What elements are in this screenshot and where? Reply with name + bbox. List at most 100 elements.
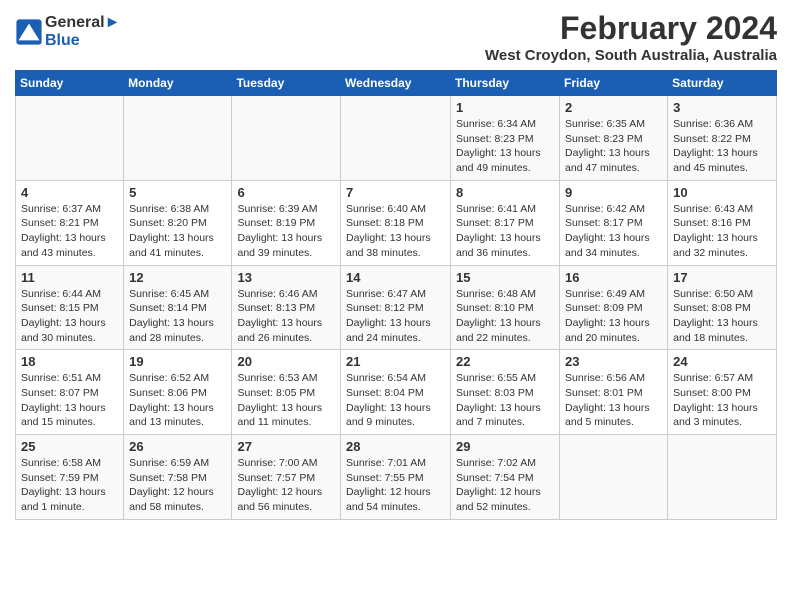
day-number: 2 bbox=[565, 100, 662, 115]
weekday-header-tuesday: Tuesday bbox=[232, 71, 341, 96]
day-info: Sunrise: 6:51 AM Sunset: 8:07 PM Dayligh… bbox=[21, 371, 118, 430]
day-number: 18 bbox=[21, 354, 118, 369]
day-info: Sunrise: 6:50 AM Sunset: 8:08 PM Dayligh… bbox=[673, 287, 771, 346]
day-info: Sunrise: 6:46 AM Sunset: 8:13 PM Dayligh… bbox=[237, 287, 335, 346]
day-number: 27 bbox=[237, 439, 335, 454]
calendar-cell: 22Sunrise: 6:55 AM Sunset: 8:03 PM Dayli… bbox=[451, 350, 560, 435]
calendar-cell: 21 Sunrise: 6:54 AM Sunset: 8:04 PM Dayli… bbox=[341, 350, 451, 435]
day-number: 17 bbox=[673, 270, 771, 285]
day-info: Sunrise: 6:41 AM Sunset: 8:17 PM Dayligh… bbox=[456, 202, 554, 261]
day-info: Sunrise: 6:48 AM Sunset: 8:10 PM Dayligh… bbox=[456, 287, 554, 346]
calendar-cell: 27 Sunrise: 7:00 AM Sunset: 7:57 PM Dayli… bbox=[232, 435, 341, 520]
day-info: Sunrise: 7:02 AM Sunset: 7:54 PM Dayligh… bbox=[456, 456, 554, 515]
day-number: 8 bbox=[456, 185, 554, 200]
calendar-cell: 4 Sunrise: 6:37 AM Sunset: 8:21 PM Daylig… bbox=[16, 180, 124, 265]
day-number: 1 bbox=[456, 100, 554, 115]
day-info: Sunrise: 6:49 AM Sunset: 8:09 PM Dayligh… bbox=[565, 287, 662, 346]
day-info: Sunrise: 6:38 AM Sunset: 8:20 PM Dayligh… bbox=[129, 202, 226, 261]
logo: General► Blue bbox=[15, 10, 120, 49]
calendar-cell: 11 Sunrise: 6:44 AM Sunset: 8:15 PM Dayli… bbox=[16, 265, 124, 350]
calendar-cell: 5 Sunrise: 6:38 AM Sunset: 8:20 PM Daylig… bbox=[124, 180, 232, 265]
day-number: 10 bbox=[673, 185, 771, 200]
day-info: Sunrise: 6:52 AM Sunset: 8:06 PM Dayligh… bbox=[129, 371, 226, 430]
calendar-cell: 17 Sunrise: 6:50 AM Sunset: 8:08 PM Dayli… bbox=[668, 265, 777, 350]
day-info: Sunrise: 6:36 AM Sunset: 8:22 PM Dayligh… bbox=[673, 117, 771, 176]
day-info: Sunrise: 7:01 AM Sunset: 7:55 PM Dayligh… bbox=[346, 456, 445, 515]
day-info: Sunrise: 6:47 AM Sunset: 8:12 PM Dayligh… bbox=[346, 287, 445, 346]
day-number: 29 bbox=[456, 439, 554, 454]
day-number: 20 bbox=[237, 354, 335, 369]
logo-text: General► Blue bbox=[45, 14, 120, 49]
weekday-header-monday: Monday bbox=[124, 71, 232, 96]
day-number: 24 bbox=[673, 354, 771, 369]
day-info: Sunrise: 6:44 AM Sunset: 8:15 PM Dayligh… bbox=[21, 287, 118, 346]
calendar-cell: 10 Sunrise: 6:43 AM Sunset: 8:16 PM Dayli… bbox=[668, 180, 777, 265]
calendar-table: SundayMondayTuesdayWednesdayThursdayFrid… bbox=[15, 70, 777, 520]
day-number: 28 bbox=[346, 439, 445, 454]
day-number: 21 bbox=[346, 354, 445, 369]
calendar-cell: 7 Sunrise: 6:40 AM Sunset: 8:18 PM Daylig… bbox=[341, 180, 451, 265]
day-info: Sunrise: 6:43 AM Sunset: 8:16 PM Dayligh… bbox=[673, 202, 771, 261]
day-info: Sunrise: 6:59 AM Sunset: 7:58 PM Dayligh… bbox=[129, 456, 226, 515]
day-number: 9 bbox=[565, 185, 662, 200]
header: General► Blue February 2024 West Croydon… bbox=[15, 10, 777, 64]
day-number: 14 bbox=[346, 270, 445, 285]
day-number: 15 bbox=[456, 270, 554, 285]
calendar-week-3: 11 Sunrise: 6:44 AM Sunset: 8:15 PM Dayli… bbox=[16, 265, 777, 350]
weekday-header-friday: Friday bbox=[560, 71, 668, 96]
day-number: 4 bbox=[21, 185, 118, 200]
day-number: 19 bbox=[129, 354, 226, 369]
calendar-cell: 18 Sunrise: 6:51 AM Sunset: 8:07 PM Dayli… bbox=[16, 350, 124, 435]
weekday-header-wednesday: Wednesday bbox=[341, 71, 451, 96]
weekday-header-saturday: Saturday bbox=[668, 71, 777, 96]
day-number: 3 bbox=[673, 100, 771, 115]
day-info: Sunrise: 6:45 AM Sunset: 8:14 PM Dayligh… bbox=[129, 287, 226, 346]
calendar-cell: 20 Sunrise: 6:53 AM Sunset: 8:05 PM Dayli… bbox=[232, 350, 341, 435]
calendar-header: SundayMondayTuesdayWednesdayThursdayFrid… bbox=[16, 71, 777, 96]
calendar-cell: 3 Sunrise: 6:36 AM Sunset: 8:22 PM Daylig… bbox=[668, 96, 777, 181]
day-info: Sunrise: 6:55 AM Sunset: 8:03 PM Dayligh… bbox=[456, 371, 554, 430]
day-info: Sunrise: 6:39 AM Sunset: 8:19 PM Dayligh… bbox=[237, 202, 335, 261]
day-number: 6 bbox=[237, 185, 335, 200]
logo-icon bbox=[15, 18, 43, 46]
day-number: 11 bbox=[21, 270, 118, 285]
day-info: Sunrise: 6:58 AM Sunset: 7:59 PM Dayligh… bbox=[21, 456, 118, 515]
calendar-week-2: 4 Sunrise: 6:37 AM Sunset: 8:21 PM Daylig… bbox=[16, 180, 777, 265]
day-info: Sunrise: 6:56 AM Sunset: 8:01 PM Dayligh… bbox=[565, 371, 662, 430]
calendar-cell: 9 Sunrise: 6:42 AM Sunset: 8:17 PM Daylig… bbox=[560, 180, 668, 265]
day-info: Sunrise: 7:00 AM Sunset: 7:57 PM Dayligh… bbox=[237, 456, 335, 515]
weekday-header-sunday: Sunday bbox=[16, 71, 124, 96]
calendar-week-5: 25 Sunrise: 6:58 AM Sunset: 7:59 PM Dayli… bbox=[16, 435, 777, 520]
calendar-cell: 23 Sunrise: 6:56 AM Sunset: 8:01 PM Dayli… bbox=[560, 350, 668, 435]
calendar-cell: 13Sunrise: 6:46 AM Sunset: 8:13 PM Dayli… bbox=[232, 265, 341, 350]
calendar-cell bbox=[16, 96, 124, 181]
calendar-cell: 29 Sunrise: 7:02 AM Sunset: 7:54 PM Dayli… bbox=[451, 435, 560, 520]
day-number: 25 bbox=[21, 439, 118, 454]
day-info: Sunrise: 6:34 AM Sunset: 8:23 PM Dayligh… bbox=[456, 117, 554, 176]
calendar-cell: 15 Sunrise: 6:48 AM Sunset: 8:10 PM Dayli… bbox=[451, 265, 560, 350]
day-info: Sunrise: 6:40 AM Sunset: 8:18 PM Dayligh… bbox=[346, 202, 445, 261]
calendar-cell: 24 Sunrise: 6:57 AM Sunset: 8:00 PM Dayli… bbox=[668, 350, 777, 435]
calendar-cell: 19 Sunrise: 6:52 AM Sunset: 8:06 PM Dayli… bbox=[124, 350, 232, 435]
calendar-cell: 6 Sunrise: 6:39 AM Sunset: 8:19 PM Daylig… bbox=[232, 180, 341, 265]
day-info: Sunrise: 6:54 AM Sunset: 8:04 PM Dayligh… bbox=[346, 371, 445, 430]
day-info: Sunrise: 6:53 AM Sunset: 8:05 PM Dayligh… bbox=[237, 371, 335, 430]
calendar-cell: 28 Sunrise: 7:01 AM Sunset: 7:55 PM Dayli… bbox=[341, 435, 451, 520]
day-number: 7 bbox=[346, 185, 445, 200]
location: West Croydon, South Australia, Australia bbox=[485, 47, 777, 64]
calendar-cell: 26 Sunrise: 6:59 AM Sunset: 7:58 PM Dayli… bbox=[124, 435, 232, 520]
calendar-cell bbox=[341, 96, 451, 181]
day-number: 16 bbox=[565, 270, 662, 285]
day-number: 5 bbox=[129, 185, 226, 200]
calendar-cell bbox=[124, 96, 232, 181]
weekday-header-thursday: Thursday bbox=[451, 71, 560, 96]
day-number: 26 bbox=[129, 439, 226, 454]
day-number: 23 bbox=[565, 354, 662, 369]
calendar-cell: 14 Sunrise: 6:47 AM Sunset: 8:12 PM Dayli… bbox=[341, 265, 451, 350]
day-info: Sunrise: 6:37 AM Sunset: 8:21 PM Dayligh… bbox=[21, 202, 118, 261]
day-info: Sunrise: 6:42 AM Sunset: 8:17 PM Dayligh… bbox=[565, 202, 662, 261]
day-info: Sunrise: 6:57 AM Sunset: 8:00 PM Dayligh… bbox=[673, 371, 771, 430]
calendar-cell: 12 Sunrise: 6:45 AM Sunset: 8:14 PM Dayli… bbox=[124, 265, 232, 350]
day-number: 12 bbox=[129, 270, 226, 285]
calendar-week-1: 1 Sunrise: 6:34 AM Sunset: 8:23 PM Daylig… bbox=[16, 96, 777, 181]
